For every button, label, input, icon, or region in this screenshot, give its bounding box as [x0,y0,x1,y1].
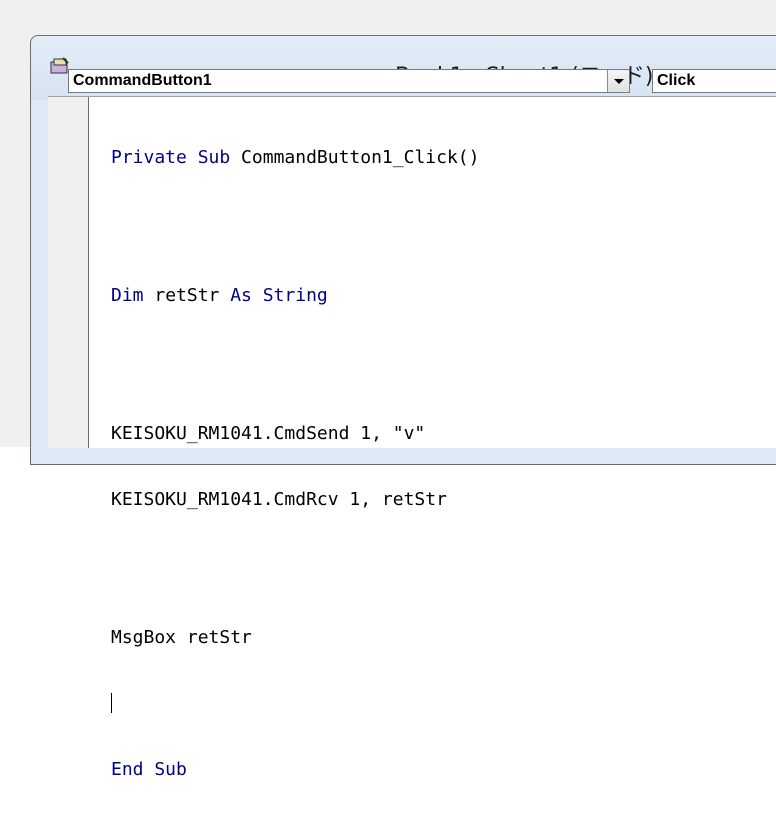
margin-indicator-bar[interactable] [48,97,89,448]
code-text-span: MsgBox retStr [111,627,252,648]
text-cursor [111,693,112,713]
keyword: As String [230,285,328,306]
object-dropdown-button[interactable] [607,70,629,92]
keyword: Dim [111,285,144,306]
keyword: End Sub [111,759,187,780]
code-text-span: KEISOKU_RM1041.CmdRcv 1, retStr [111,489,447,510]
procedure-dropdown[interactable]: Click [652,69,776,93]
procedure-dropdown-value: Click [657,72,696,89]
code-line: End Sub [111,759,776,781]
code-text-span: CommandButton1_Click() [230,147,480,168]
code-line: Private Sub CommandButton1_Click() [111,147,776,169]
code-toolbar: CommandButton1 Click [32,66,776,96]
code-line: MsgBox retStr [111,627,776,649]
code-editor[interactable]: Private Sub CommandButton1_Click() Dim r… [48,96,776,780]
object-dropdown[interactable]: CommandButton1 [68,69,630,93]
code-line-empty [111,693,776,715]
code-text-span: retStr [143,285,231,306]
keyword: Private Sub [111,147,231,168]
code-line: Dim retStr As String [111,285,776,307]
code-text-span: KEISOKU_RM1041.CmdSend 1, "v" [111,423,426,444]
code-line: KEISOKU_RM1041.CmdSend 1, "v" [111,423,776,445]
object-dropdown-value: CommandButton1 [73,72,212,89]
code-text[interactable]: Private Sub CommandButton1_Click() Dim r… [111,103,776,825]
chevron-down-icon [614,79,624,84]
code-line: KEISOKU_RM1041.CmdRcv 1, retStr [111,489,776,511]
